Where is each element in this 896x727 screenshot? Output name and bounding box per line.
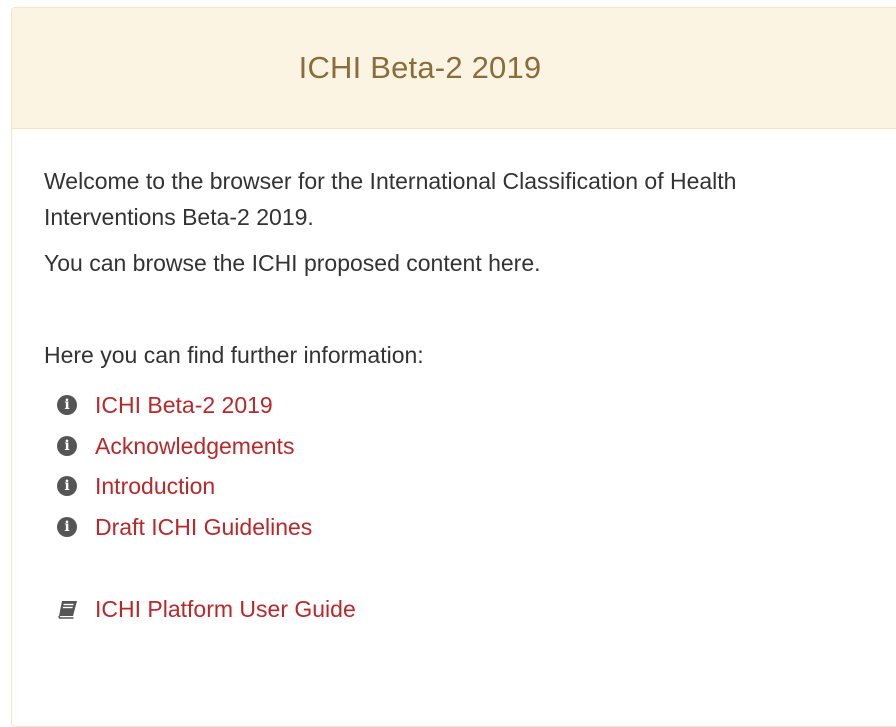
link-user-guide[interactable]: ICHI Platform User Guide xyxy=(95,591,356,627)
info-icon: i xyxy=(57,476,77,497)
further-info-text: Here you can find further information: xyxy=(44,342,424,368)
link-ichi-beta-2-2019[interactable]: ICHI Beta-2 2019 xyxy=(95,387,273,423)
info-icon: i xyxy=(57,516,77,537)
list-item: i Draft ICHI Guidelines xyxy=(57,507,896,548)
link-introduction[interactable]: Introduction xyxy=(95,468,215,504)
list-item: i ICHI Beta-2 2019 xyxy=(57,385,896,426)
list-item: i Acknowledgements xyxy=(57,426,896,467)
info-icon: i xyxy=(57,395,77,416)
browse-text: You can browse the ICHI proposed content… xyxy=(44,250,541,276)
panel-body: Welcome to the browser for the Internati… xyxy=(12,129,896,629)
link-draft-ichi-guidelines[interactable]: Draft ICHI Guidelines xyxy=(95,509,312,545)
info-icon: i xyxy=(57,435,77,456)
page-title: ICHI Beta-2 2019 xyxy=(298,50,542,85)
info-panel: ICHI Beta-2 2019 Welcome to the browser … xyxy=(11,7,896,727)
link-acknowledgements[interactable]: Acknowledgements xyxy=(95,428,294,464)
panel-header: ICHI Beta-2 2019 xyxy=(12,8,896,129)
info-links-list: i ICHI Beta-2 2019 i Acknowledgements i … xyxy=(44,385,896,547)
list-item: i Introduction xyxy=(57,466,896,507)
user-guide-row: ICHI Platform User Guide xyxy=(44,589,896,629)
welcome-text: Welcome to the browser for the Internati… xyxy=(44,168,737,230)
book-icon xyxy=(58,601,77,619)
